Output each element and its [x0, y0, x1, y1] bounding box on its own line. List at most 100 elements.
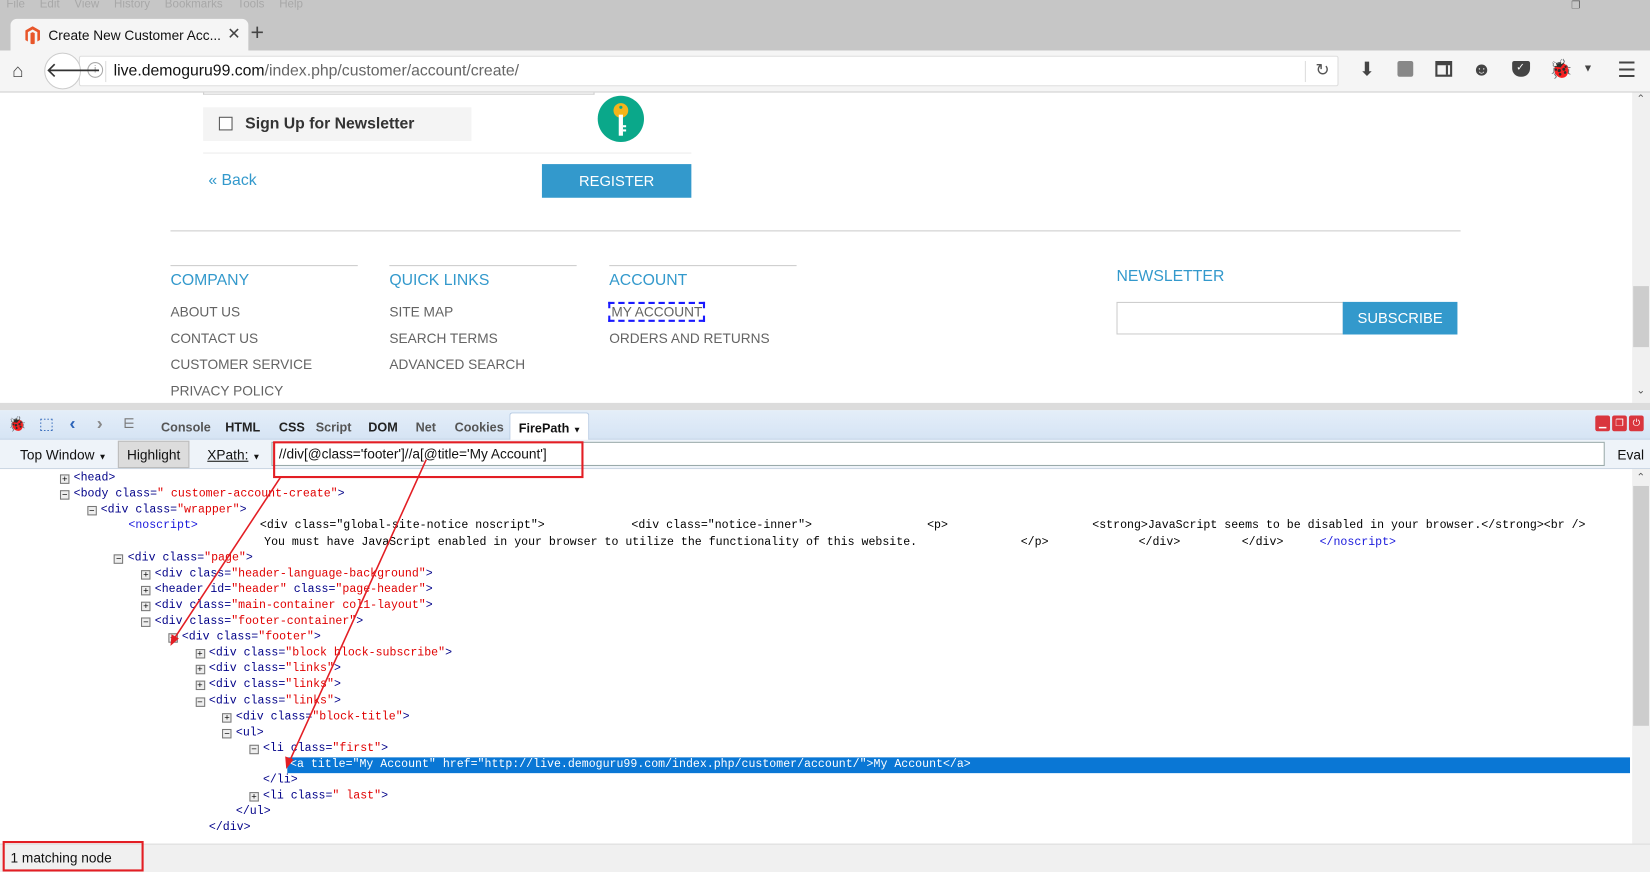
xpath-dropdown[interactable]: XPath: ▼	[207, 447, 260, 463]
tab-css[interactable]: CSS	[279, 420, 305, 435]
footer-link-privacy-policy[interactable]: PRIVACY POLICY	[170, 383, 283, 399]
menu-edit[interactable]: Edit	[40, 0, 60, 11]
tree-node[interactable]: <li class="first">	[263, 741, 388, 757]
detach-icon[interactable]: ❐	[1612, 415, 1627, 432]
collapse-node-icon[interactable]: −	[249, 744, 259, 754]
tree-node-segment[interactable]: </div>	[1242, 535, 1284, 551]
expand-node-icon[interactable]: +	[141, 585, 151, 596]
tree-node[interactable]: <div class="header-language-background">	[155, 567, 433, 583]
collapse-node-icon[interactable]: −	[141, 617, 151, 627]
tree-node[interactable]: <div class="block-title">	[236, 710, 410, 726]
tree-node-segment[interactable]: <strong>JavaScript seems to be disabled …	[1092, 519, 1585, 535]
tree-node-segment[interactable]: </div>	[1139, 535, 1181, 551]
tree-node[interactable]: <div class="wrapper">	[101, 503, 247, 519]
back-button[interactable]: 🡐	[44, 52, 102, 90]
collapse-node-icon[interactable]: −	[195, 696, 205, 707]
tab-script[interactable]: Script	[316, 420, 352, 435]
new-tab-button[interactable]: +	[250, 19, 264, 46]
menu-help[interactable]: Help	[279, 0, 303, 11]
restore-window-icon[interactable]: ❐	[1571, 0, 1580, 12]
highlight-button[interactable]: Highlight	[117, 440, 190, 469]
scroll-down-icon[interactable]: ⌄	[1636, 385, 1645, 397]
expand-node-icon[interactable]: +	[249, 792, 259, 802]
tree-node-segment[interactable]: You must have JavaScript enabled in your…	[264, 535, 917, 551]
top-window-dropdown[interactable]: Top Window ▼	[20, 447, 107, 463]
footer-link-advanced-search[interactable]: ADVANCED SEARCH	[389, 357, 525, 373]
download-icon[interactable]: ⬇	[1355, 59, 1378, 81]
tree-node[interactable]: <div class="links">	[209, 662, 341, 678]
expand-node-icon[interactable]: +	[195, 649, 205, 659]
tree-node-segment[interactable]: <noscript>	[128, 519, 197, 535]
hamburger-menu-icon[interactable]: ☰	[1615, 57, 1638, 83]
expand-node-icon[interactable]: +	[141, 601, 151, 612]
expand-node-icon[interactable]: +	[195, 680, 205, 691]
tree-node-segment[interactable]: </noscript>	[1320, 535, 1396, 551]
scroll-up-icon[interactable]: ⌃	[1636, 94, 1645, 106]
tree-node-segment[interactable]: <p>	[927, 519, 948, 535]
collapse-node-icon[interactable]: −	[59, 490, 70, 500]
subscribe-button[interactable]: SUBSCRIBE	[1342, 301, 1458, 335]
collapse-node-icon[interactable]: −	[222, 728, 232, 739]
scroll-up-icon[interactable]: ⌃	[1636, 472, 1645, 484]
tab-firepath[interactable]: FirePath ▼	[509, 412, 590, 441]
tree-node-segment[interactable]: <div class="notice-inner">	[631, 519, 812, 535]
menu-history[interactable]: History	[114, 0, 150, 11]
tree-node-segment[interactable]: <div class="global-site-notice noscript"…	[260, 519, 545, 535]
menu-view[interactable]: View	[74, 0, 99, 11]
newsletter-checkbox-row[interactable]: Sign Up for Newsletter	[203, 107, 472, 141]
tree-node[interactable]: <div class="footer">	[182, 630, 321, 646]
tree-node[interactable]: </div>	[209, 821, 251, 837]
page-scrollbar[interactable]: ⌃ ⌄	[1632, 92, 1650, 403]
eval-button[interactable]: Eval	[1617, 447, 1644, 463]
tree-node[interactable]: </ul>	[236, 805, 271, 821]
hello-smiley-icon[interactable]: ☻	[1470, 59, 1493, 81]
scrollbar-thumb[interactable]	[1633, 485, 1649, 726]
form-input-field[interactable]	[203, 92, 595, 95]
tree-scrollbar[interactable]: ⌃	[1632, 469, 1650, 844]
register-button[interactable]: REGISTER	[541, 164, 692, 198]
close-tab-icon[interactable]: ✕	[227, 24, 240, 43]
firebug-icon[interactable]: 🐞	[8, 416, 26, 434]
reload-icon[interactable]: ↻	[1315, 60, 1329, 81]
selected-tree-node[interactable]: <a title="My Account" href="http://live.…	[286, 757, 1630, 774]
tree-node[interactable]: <body class=" customer-account-create">	[74, 487, 345, 503]
tree-node[interactable]: </li>	[263, 773, 298, 789]
footer-link-about-us[interactable]: ABOUT US	[170, 304, 240, 320]
newsletter-email-input[interactable]	[1116, 301, 1344, 335]
tab-dom[interactable]: DOM	[368, 420, 397, 435]
tree-node[interactable]: <li class=" last">	[263, 789, 388, 805]
inspect-element-icon[interactable]: ⬚	[39, 414, 54, 434]
footer-link-site-map[interactable]: SITE MAP	[389, 304, 453, 320]
expand-node-icon[interactable]: +	[222, 712, 232, 723]
menu-tools[interactable]: Tools	[237, 0, 264, 11]
newsletter-checkbox[interactable]	[218, 116, 233, 131]
expand-node-icon[interactable]: +	[195, 665, 205, 675]
tree-node[interactable]: <div class="links">	[209, 694, 341, 710]
xpath-input[interactable]	[271, 441, 1605, 466]
browser-tab[interactable]: Create New Customer Acc... ✕	[10, 18, 249, 52]
menu-bookmarks[interactable]: Bookmarks	[165, 0, 223, 11]
tree-node[interactable]: <header id="header" class="page-header">	[155, 583, 433, 599]
tab-net[interactable]: Net	[416, 420, 436, 435]
command-line-icon[interactable]: ⋿	[123, 416, 135, 433]
back-link[interactable]: « Back	[208, 171, 256, 189]
chevron-down-icon[interactable]: ▼	[1576, 63, 1599, 75]
scrollbar-thumb[interactable]	[1633, 286, 1649, 348]
tree-node[interactable]: <head>	[74, 471, 116, 487]
footer-link-search-terms[interactable]: SEARCH TERMS	[389, 330, 497, 346]
tree-node[interactable]: <div class="main-container col1-layout">	[155, 598, 433, 614]
tree-node[interactable]: <div class="block block-subscribe">	[209, 646, 452, 662]
tree-node[interactable]: <ul>	[236, 725, 264, 741]
expand-node-icon[interactable]: +	[59, 474, 70, 484]
tab-console[interactable]: Console	[161, 420, 211, 435]
sidebar-icon[interactable]	[1432, 61, 1455, 77]
tree-node-segment[interactable]: </p>	[1021, 535, 1049, 551]
home-icon[interactable]: ⌂	[6, 60, 29, 82]
forward-arrow-icon[interactable]: ›	[97, 413, 103, 434]
firebug-icon[interactable]: 🐞	[1549, 59, 1573, 81]
collapse-node-icon[interactable]: −	[168, 633, 178, 643]
close-firebug-icon[interactable]: ⏻	[1628, 415, 1644, 432]
tree-node[interactable]: <div class="footer-container">	[155, 614, 363, 630]
footer-link-my-account[interactable]: MY ACCOUNT	[608, 301, 706, 322]
footer-link-customer-service[interactable]: CUSTOMER SERVICE	[170, 357, 312, 373]
